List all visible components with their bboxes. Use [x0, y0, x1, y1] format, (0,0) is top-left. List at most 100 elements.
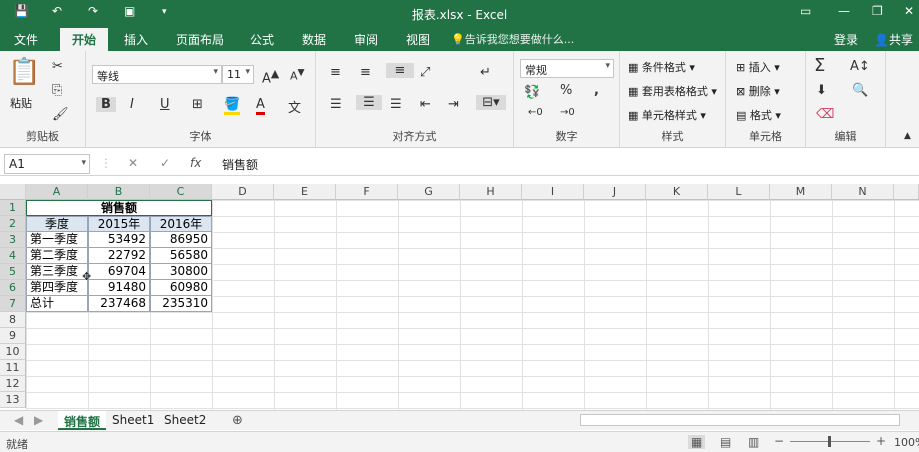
scroll-right-icon[interactable]: ▶ — [28, 411, 49, 430]
minimize-icon[interactable]: — — [838, 4, 850, 18]
align-middle-icon[interactable]: ≡ — [360, 65, 371, 80]
cell-grid[interactable]: 销售额 季度 2015年 2016年 第一季度 53492 86950 第二季度… — [26, 200, 919, 410]
share-button[interactable]: 👤共享 — [874, 31, 913, 48]
column-header-k[interactable]: K — [646, 184, 708, 200]
conditional-formatting-button[interactable]: ▦ 条件格式 ▾ — [628, 59, 695, 75]
cell-styles-button[interactable]: ▦ 单元格样式 ▾ — [628, 107, 706, 123]
align-top-icon[interactable]: ≡ — [330, 65, 341, 80]
delete-cells-button[interactable]: ⊠ 删除 ▾ — [736, 83, 780, 99]
ribbon-display-icon[interactable]: ▭ — [800, 4, 811, 18]
row-header-4[interactable]: 4 — [0, 248, 26, 264]
header-cell-quarter[interactable]: 季度 — [26, 216, 88, 232]
find-select-icon[interactable]: 🔍 — [852, 83, 868, 98]
table-cell[interactable]: 235310 — [150, 296, 212, 312]
tab-data[interactable]: 数据 — [302, 31, 326, 48]
fill-color-icon[interactable]: 🪣 — [224, 97, 241, 115]
column-header-g[interactable]: G — [398, 184, 460, 200]
font-color-icon[interactable]: A — [256, 97, 265, 115]
paste-label[interactable]: 粘贴 — [10, 95, 32, 111]
underline-button[interactable]: U — [160, 97, 170, 112]
row-header-8[interactable]: 8 — [0, 312, 26, 328]
copy-icon[interactable]: ⎘ — [52, 83, 62, 98]
phonetic-icon[interactable]: 文 — [288, 97, 301, 116]
column-header-e[interactable]: E — [274, 184, 336, 200]
decrease-font-icon[interactable]: A▼ — [290, 67, 305, 83]
confirm-entry-icon[interactable]: ✓ — [160, 156, 170, 170]
scroll-left-icon[interactable]: ◀ — [8, 411, 29, 430]
header-cell-2016[interactable]: 2016年 — [150, 216, 212, 232]
tab-formulas[interactable]: 公式 — [250, 31, 274, 48]
increase-font-icon[interactable]: A▲ — [262, 67, 279, 86]
column-header-a[interactable]: A — [26, 184, 88, 200]
tab-page-layout[interactable]: 页面布局 — [176, 31, 224, 48]
row-header-9[interactable]: 9 — [0, 328, 26, 344]
row-header-5[interactable]: 5 — [0, 264, 26, 280]
page-break-view-icon[interactable]: ▥ — [748, 435, 759, 449]
font-name-dropdown[interactable]: 等线 ▾ — [92, 65, 222, 84]
table-cell[interactable]: 第一季度 — [26, 232, 88, 248]
header-cell-2015[interactable]: 2015年 — [88, 216, 150, 232]
zoom-in-icon[interactable]: + — [876, 434, 886, 448]
row-header-1[interactable]: 1 — [0, 200, 26, 216]
column-header-i[interactable]: I — [522, 184, 584, 200]
font-size-dropdown[interactable]: 11 ▾ — [222, 65, 254, 84]
align-left-icon[interactable]: ☰ — [330, 97, 342, 112]
table-cell[interactable]: 总计 — [26, 296, 88, 312]
tab-file[interactable]: 文件 — [14, 31, 38, 48]
increase-decimal-icon[interactable]: ←0 — [528, 107, 543, 118]
column-header-c[interactable]: C — [150, 184, 212, 200]
sort-filter-icon[interactable]: A↕ — [850, 59, 870, 74]
table-cell[interactable]: 86950 — [150, 232, 212, 248]
fill-icon[interactable]: ⬇ — [816, 83, 827, 98]
merge-center-icon[interactable]: ⊟▾ — [476, 95, 506, 110]
new-sheet-icon[interactable]: ⊕ — [226, 411, 249, 430]
clear-icon[interactable]: ⌫ — [816, 107, 834, 122]
normal-view-icon[interactable]: ▦ — [688, 435, 706, 449]
orientation-icon[interactable]: ⤢ — [420, 65, 430, 80]
italic-button[interactable]: I — [130, 97, 134, 112]
column-header-o[interactable] — [894, 184, 919, 200]
format-painter-icon[interactable]: 🖌 — [52, 107, 69, 122]
cut-icon[interactable]: ✂ — [52, 59, 63, 74]
column-header-m[interactable]: M — [770, 184, 832, 200]
currency-icon[interactable]: 💱 — [524, 85, 540, 100]
table-title-cell[interactable]: 销售额 — [26, 200, 212, 216]
increase-indent-icon[interactable]: ⇥ — [448, 97, 459, 112]
collapse-ribbon-icon[interactable]: ▲ — [904, 131, 911, 141]
table-cell[interactable]: 53492 — [88, 232, 150, 248]
borders-icon[interactable]: ⊞ — [192, 97, 203, 112]
row-header-3[interactable]: 3 — [0, 232, 26, 248]
formula-input[interactable]: 销售额 — [222, 156, 258, 173]
insert-function-button[interactable]: fx — [190, 156, 201, 170]
zoom-slider-thumb[interactable] — [828, 436, 831, 447]
percent-button[interactable]: % — [560, 83, 572, 98]
row-header-2[interactable]: 2 — [0, 216, 26, 232]
align-right-icon[interactable]: ☰ — [390, 97, 402, 112]
format-cells-button[interactable]: ▤ 格式 ▾ — [736, 107, 781, 123]
sheet-tab-sheet1[interactable]: Sheet1 — [106, 411, 160, 430]
autosum-button[interactable]: Σ — [814, 55, 825, 76]
zoom-level[interactable]: 100% — [894, 436, 919, 449]
tell-me-box[interactable]: 💡告诉我您想要做什么... — [451, 31, 574, 47]
align-center-icon[interactable]: ☰ — [356, 95, 382, 110]
bold-button[interactable]: B — [96, 97, 116, 112]
row-header-13[interactable]: 13 — [0, 392, 26, 408]
paste-icon[interactable]: 📋 — [8, 57, 40, 87]
column-header-n[interactable]: N — [832, 184, 894, 200]
table-cell[interactable]: 30800 — [150, 264, 212, 280]
row-header-11[interactable]: 11 — [0, 360, 26, 376]
decrease-indent-icon[interactable]: ⇤ — [420, 97, 431, 112]
restore-icon[interactable]: ❐ — [872, 4, 883, 18]
sign-in-link[interactable]: 登录 — [834, 31, 858, 48]
sheet-tab-sheet2[interactable]: Sheet2 — [158, 411, 212, 430]
table-cell[interactable]: 91480 — [88, 280, 150, 296]
horizontal-scrollbar[interactable] — [580, 414, 900, 426]
comma-button[interactable]: , — [594, 83, 599, 98]
column-header-j[interactable]: J — [584, 184, 646, 200]
column-header-h[interactable]: H — [460, 184, 522, 200]
table-cell[interactable]: 第二季度 — [26, 248, 88, 264]
number-format-dropdown[interactable]: 常规 ▾ — [520, 59, 614, 78]
select-all-corner[interactable] — [0, 184, 26, 200]
row-header-10[interactable]: 10 — [0, 344, 26, 360]
page-layout-view-icon[interactable]: ▤ — [720, 435, 731, 449]
